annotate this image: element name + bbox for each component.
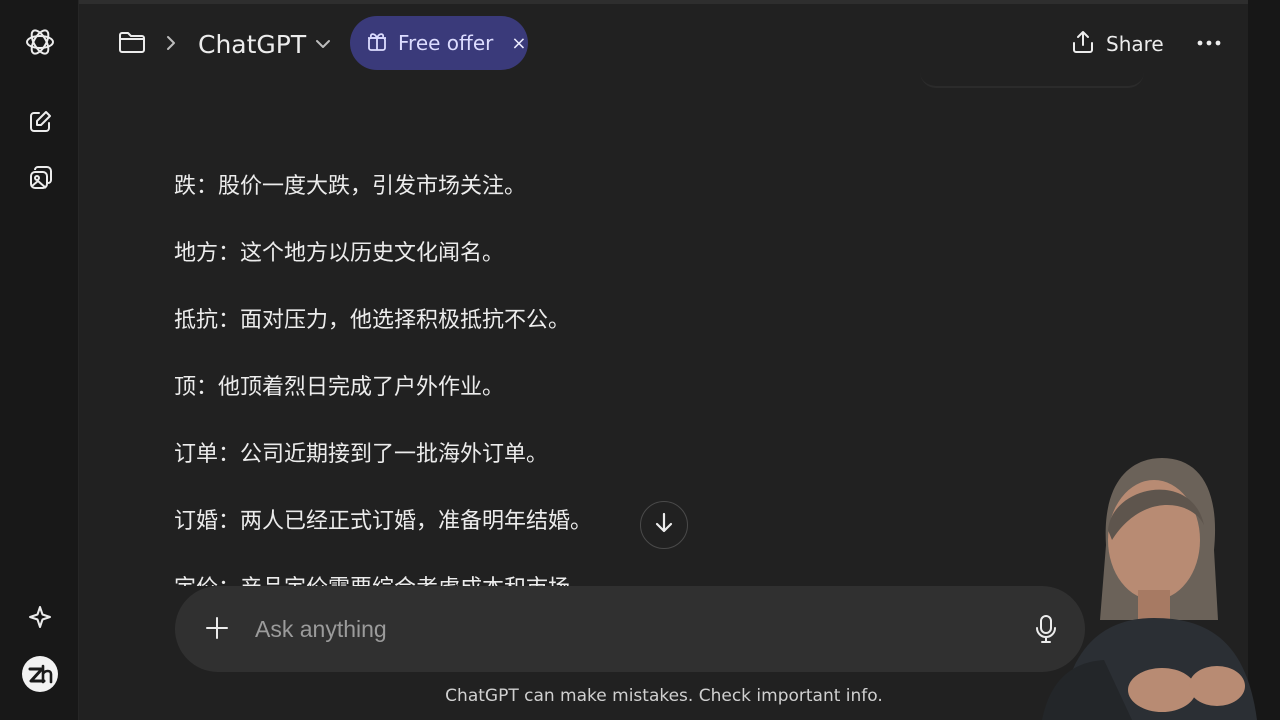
webcam-overlay <box>1042 440 1280 720</box>
assistant-message: 跌：股价一度大跌，引发市场关注。 地方：这个地方以历史文化闻名。 抵抗：面对压力… <box>174 150 874 587</box>
message-line: 抵抗：面对压力，他选择积极抵抗不公。 <box>174 307 571 333</box>
sidebar-rail <box>0 0 79 720</box>
composer <box>175 586 1085 672</box>
more-options-icon[interactable] <box>1196 32 1222 58</box>
message-line: 跌：股价一度大跌，引发市场关注。 <box>174 173 527 199</box>
previous-message-bubble-edge <box>920 72 1144 88</box>
sparkle-icon[interactable] <box>20 597 60 637</box>
gift-icon <box>366 30 388 56</box>
free-offer-button[interactable]: Free offer × <box>350 16 528 70</box>
message-line: 顶：他顶着烈日完成了户外作业。 <box>174 374 505 400</box>
images-library-icon[interactable] <box>20 158 60 198</box>
openai-logo-icon[interactable] <box>20 22 60 62</box>
arrow-down-icon <box>653 511 675 539</box>
message-line: 订单：公司近期接到了一批海外订单。 <box>174 441 549 467</box>
close-offer-button[interactable]: × <box>511 33 526 54</box>
chevron-right-icon <box>164 34 178 56</box>
message-line: 定价：产品定价需要综合考虑成本和市场。 <box>174 552 874 587</box>
model-switcher-button[interactable]: ChatGPT <box>198 26 332 62</box>
share-button[interactable]: Share <box>1070 26 1164 62</box>
top-bar: ChatGPT Free offer × Share <box>80 0 1248 88</box>
share-label: Share <box>1106 32 1164 56</box>
chatgpt-window: ChatGPT Free offer × Share 跌：股价一度大跌，引发市场… <box>0 0 1280 720</box>
new-chat-icon[interactable] <box>20 102 60 142</box>
free-offer-label: Free offer <box>398 31 494 55</box>
scroll-to-bottom-button[interactable] <box>640 501 688 549</box>
message-line: 订婚：两人已经正式订婚，准备明年结婚。 <box>174 508 593 534</box>
share-icon <box>1070 29 1096 59</box>
presenter-video <box>1042 458 1257 720</box>
folder-icon[interactable] <box>118 30 146 58</box>
prompt-input[interactable] <box>255 610 1015 648</box>
plus-icon[interactable] <box>205 616 229 644</box>
message-line: 地方：这个地方以历史文化闻名。 <box>174 240 505 266</box>
model-title: ChatGPT <box>198 29 307 59</box>
chevron-down-icon <box>314 35 332 54</box>
